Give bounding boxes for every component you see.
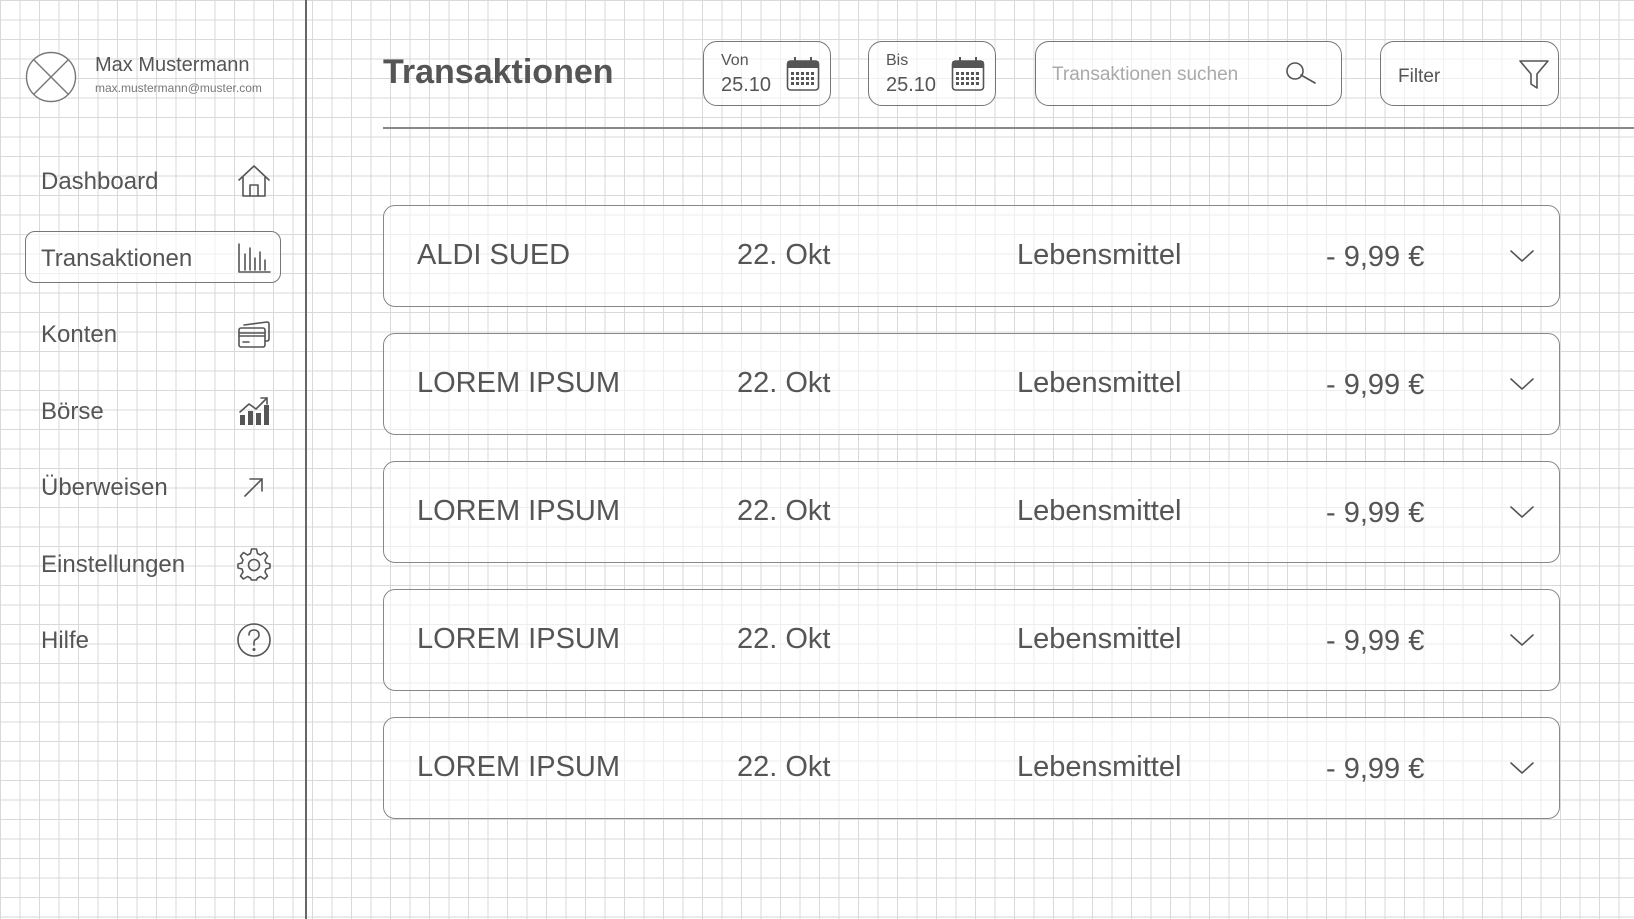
help-icon	[237, 623, 271, 657]
date-to-label: Bis	[886, 52, 909, 69]
header-divider	[383, 127, 1634, 129]
sidebar-item-label: Börse	[41, 397, 104, 425]
user-name: Max Mustermann	[95, 54, 250, 76]
chevron-down-icon[interactable]	[1507, 499, 1537, 525]
transaction-list: ALDI SUED 22. Okt Lebensmittel - 9,99 € …	[383, 205, 1560, 845]
chevron-down-icon[interactable]	[1507, 755, 1537, 781]
chevron-down-icon[interactable]	[1507, 243, 1537, 269]
arrow-up-right-icon	[244, 478, 263, 497]
transaction-date: 22. Okt	[737, 367, 831, 399]
transaction-date: 22. Okt	[737, 751, 831, 783]
filter-button[interactable]: Filter	[1380, 41, 1559, 106]
transaction-amount: - 9,99 €	[1326, 369, 1425, 401]
user-email: max.mustermann@muster.com	[95, 81, 262, 95]
bar-chart-icon	[238, 242, 271, 273]
calendar-icon	[786, 57, 820, 91]
transaction-date: 22. Okt	[737, 239, 831, 271]
transaction-row[interactable]: LOREM IPSUM 22. Okt Lebensmittel - 9,99 …	[383, 717, 1560, 819]
sidebar-item-konten[interactable]: Konten	[25, 307, 281, 359]
date-to-value: 25.10	[886, 74, 937, 96]
transaction-amount: - 9,99 €	[1326, 241, 1425, 273]
transaction-amount: - 9,99 €	[1326, 497, 1425, 529]
transaction-name: ALDI SUED	[417, 239, 571, 271]
transaction-row[interactable]: LOREM IPSUM 22. Okt Lebensmittel - 9,99 …	[383, 333, 1560, 435]
sidebar-item-einstellungen[interactable]: Einstellungen	[25, 537, 281, 589]
transaction-date: 22. Okt	[737, 495, 831, 527]
date-to-picker[interactable]: Bis 25.10	[868, 41, 996, 106]
transaction-row[interactable]: LOREM IPSUM 22. Okt Lebensmittel - 9,99 …	[383, 461, 1560, 563]
user-profile[interactable]: Max Mustermann max.mustermann@muster.com	[25, 51, 295, 103]
transaction-amount: - 9,99 €	[1326, 625, 1425, 657]
chevron-down-icon[interactable]	[1507, 371, 1537, 397]
sidebar-item-hilfe[interactable]: Hilfe	[25, 613, 281, 665]
credit-card-icon	[238, 321, 270, 348]
transaction-row[interactable]: ALDI SUED 22. Okt Lebensmittel - 9,99 €	[383, 205, 1560, 307]
sidebar-item-boerse[interactable]: Börse	[25, 384, 281, 436]
search-box	[1035, 41, 1342, 106]
search-input[interactable]	[1052, 62, 1282, 88]
sidebar-item-transaktionen[interactable]: Transaktionen	[25, 230, 281, 283]
transaction-category: Lebensmittel	[1017, 239, 1182, 271]
date-from-value: 25.10	[721, 74, 772, 96]
filter-label: Filter	[1398, 66, 1441, 87]
sidebar-item-label: Hilfe	[41, 627, 90, 654]
sidebar-item-label: Transaktionen	[41, 244, 193, 272]
search-icon[interactable]	[1285, 61, 1317, 89]
date-from-label: Von	[721, 52, 749, 69]
transaction-name: LOREM IPSUM	[417, 751, 621, 783]
transaction-category: Lebensmittel	[1017, 623, 1182, 655]
transaction-name: LOREM IPSUM	[417, 367, 621, 399]
sidebar-item-label: Konten	[41, 321, 118, 348]
sidebar-item-dashboard[interactable]: Dashboard	[25, 154, 281, 206]
calendar-icon	[951, 57, 985, 91]
stock-chart-icon	[239, 396, 269, 425]
transaction-category: Lebensmittel	[1017, 495, 1182, 527]
transaction-row[interactable]: LOREM IPSUM 22. Okt Lebensmittel - 9,99 …	[383, 589, 1560, 691]
sidebar-item-label: Überweisen	[41, 474, 168, 501]
transaction-date: 22. Okt	[737, 623, 831, 655]
sidebar-item-label: Einstellungen	[41, 550, 186, 578]
sidebar-item-label: Dashboard	[41, 168, 159, 195]
date-from-picker[interactable]: Von 25.10	[703, 41, 831, 106]
chevron-down-icon[interactable]	[1507, 627, 1537, 653]
avatar-placeholder-icon	[25, 51, 77, 103]
sidebar-item-ueberweisen[interactable]: Überweisen	[25, 460, 281, 512]
transaction-category: Lebensmittel	[1017, 367, 1182, 399]
gear-icon	[237, 547, 271, 581]
sidebar-divider	[305, 0, 307, 919]
sidebar: Max Mustermann max.mustermann@muster.com…	[0, 0, 306, 919]
transaction-name: LOREM IPSUM	[417, 623, 621, 655]
page-title: Transaktionen	[383, 53, 614, 91]
transaction-amount: - 9,99 €	[1326, 753, 1425, 785]
sidebar-nav: Dashboard Transaktionen Konten Börse Übe…	[25, 154, 281, 690]
transaction-name: LOREM IPSUM	[417, 495, 621, 527]
transaction-category: Lebensmittel	[1017, 751, 1182, 783]
home-icon	[238, 165, 270, 197]
filter-icon	[1519, 60, 1549, 89]
